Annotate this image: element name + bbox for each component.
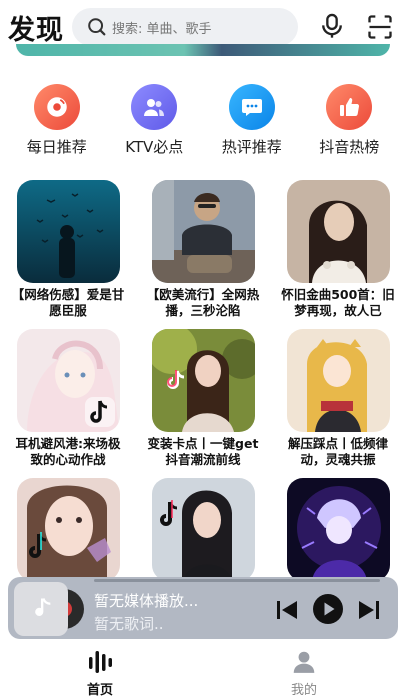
playlist-title: 【网络伤感】爱是甘愿臣服 bbox=[11, 287, 125, 318]
mini-player[interactable]: 暂无媒体播放... 暂无歌词.. bbox=[8, 577, 398, 639]
tab-mine[interactable]: 我的 bbox=[264, 649, 344, 698]
tab-label: 我的 bbox=[290, 683, 317, 698]
playlist-cover bbox=[151, 329, 255, 432]
play-icon[interactable] bbox=[312, 593, 344, 625]
playlist-card[interactable]: 怀旧金曲500首：旧梦再现，故人已 bbox=[280, 180, 396, 319]
banner-carousel-edge[interactable] bbox=[16, 44, 390, 56]
page-title: 发现 bbox=[8, 15, 64, 46]
playlist-card[interactable]: 【网络伤感】爱是甘愿臣服 bbox=[10, 180, 126, 319]
playlist-title: 变装卡点丨一键get抖音潮流前线 bbox=[147, 436, 259, 467]
disc-icon bbox=[33, 84, 80, 130]
playlist-cover bbox=[16, 180, 120, 283]
playlist-title: 怀旧金曲500首：旧梦再现，故人已 bbox=[281, 287, 395, 318]
music-note-icon bbox=[35, 598, 51, 616]
quick-nav-label: 每日推荐 bbox=[26, 138, 87, 156]
player-progress-bar[interactable] bbox=[94, 579, 380, 582]
player-track-title: 暂无媒体播放... bbox=[94, 592, 199, 610]
playlist-title: 耳机避风港:来场极致的心动作战 bbox=[15, 436, 121, 467]
search-bar[interactable]: 搜索: 单曲、歌手 bbox=[72, 8, 298, 46]
tab-label: 首页 bbox=[86, 683, 113, 698]
search-icon bbox=[88, 18, 106, 36]
playlist-cover bbox=[151, 478, 255, 581]
playlist-cover bbox=[286, 329, 390, 432]
playlist-card[interactable]: 解压踩点丨低频律动，灵魂共振 bbox=[280, 329, 396, 468]
playlist-cover bbox=[286, 478, 390, 581]
playlist-title: 【欧美流行】全网热播，三秒沦陷 bbox=[146, 287, 260, 318]
quick-nav-label: 热评推荐 bbox=[221, 138, 282, 156]
chat-bubble-icon bbox=[228, 84, 275, 130]
playlist-card[interactable]: 耳机避风港:来场极致的心动作战 bbox=[10, 329, 126, 468]
quick-nav-label: 抖音热榜 bbox=[319, 138, 380, 156]
equalizer-icon bbox=[89, 651, 112, 673]
next-track-icon[interactable] bbox=[358, 600, 380, 620]
search-placeholder: 搜索: 单曲、歌手 bbox=[112, 21, 212, 37]
tab-home[interactable]: 首页 bbox=[60, 649, 140, 698]
playlist-cover bbox=[286, 180, 390, 283]
scan-icon[interactable] bbox=[366, 13, 394, 41]
playlist-card[interactable]: 【欧美流行】全网热播，三秒沦陷 bbox=[145, 180, 261, 319]
thumbs-up-icon bbox=[326, 84, 373, 130]
playlist-cover bbox=[16, 329, 120, 432]
playlist-card[interactable]: 变装卡点丨一键get抖音潮流前线 bbox=[145, 329, 261, 468]
player-lyric: 暂无歌词.. bbox=[94, 615, 164, 633]
playlist-cover bbox=[16, 478, 120, 581]
playlist-cover bbox=[151, 180, 255, 283]
quick-nav-ktv[interactable]: KTV必点 bbox=[108, 84, 200, 157]
player-album-art[interactable] bbox=[14, 582, 68, 636]
quick-nav-hot-comments[interactable]: 热评推荐 bbox=[206, 84, 298, 157]
quick-nav-douyin-chart[interactable]: 抖音热榜 bbox=[303, 84, 395, 157]
person-icon bbox=[293, 651, 315, 673]
quick-nav-label: KTV必点 bbox=[125, 138, 184, 156]
quick-nav-daily[interactable]: 每日推荐 bbox=[11, 84, 103, 157]
quick-nav: 每日推荐 KTV必点 热评推荐 抖音热榜 bbox=[0, 84, 406, 157]
playlist-grid: 【网络伤感】爱是甘愿臣服 【欧美流行】全网热播，三秒沦陷 怀旧金曲500首：旧梦… bbox=[10, 180, 396, 617]
bottom-tab-bar: 首页 我的 bbox=[0, 645, 406, 698]
users-icon bbox=[131, 84, 178, 130]
microphone-icon[interactable] bbox=[318, 12, 346, 40]
playlist-title: 解压踩点丨低频律动，灵魂共振 bbox=[287, 436, 388, 467]
previous-track-icon[interactable] bbox=[276, 600, 298, 620]
